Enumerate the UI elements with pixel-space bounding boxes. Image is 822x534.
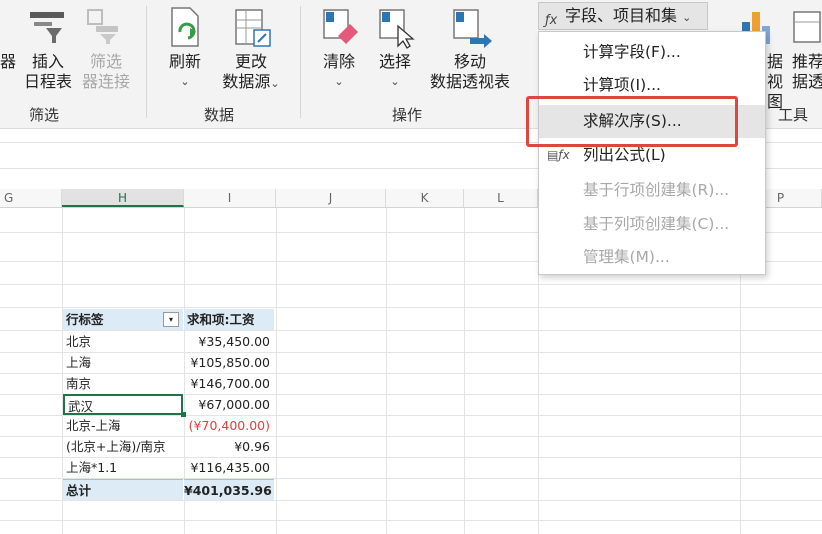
pivot-row-label-selected[interactable]: 武汉 bbox=[63, 394, 183, 415]
pivot-row-value[interactable]: ¥35,450.00 bbox=[184, 331, 274, 352]
pivot-header-value[interactable]: 求和项:工资 bbox=[184, 309, 274, 330]
filter-connections-button[interactable]: 筛选 器连接 bbox=[78, 52, 134, 92]
column-header-l[interactable]: L bbox=[464, 189, 538, 207]
group-separator bbox=[146, 6, 147, 118]
group-label-data: 数据 bbox=[204, 106, 235, 124]
change-data-source-icon bbox=[232, 6, 274, 54]
group-separator bbox=[300, 6, 301, 118]
pivot-row-value[interactable]: ¥105,850.00 bbox=[184, 352, 274, 373]
refresh-icon bbox=[166, 6, 206, 54]
fields-items-sets-button[interactable]: ƒx 字段、项目和集 ⌄ bbox=[538, 2, 708, 30]
select-button[interactable]: 选择 ⌄ bbox=[370, 52, 420, 92]
pivot-row-value[interactable]: ¥0.96 bbox=[184, 436, 274, 457]
chevron-down-icon: ⌄ bbox=[390, 75, 400, 88]
move-pivot-icon bbox=[450, 6, 494, 54]
pivot-header-row-label[interactable]: 行标签 ▾ bbox=[63, 309, 183, 330]
clear-button[interactable]: 清除 ⌄ bbox=[314, 52, 364, 92]
pivot-total-label[interactable]: 总计 bbox=[63, 479, 183, 500]
pivot-row-value[interactable]: ¥146,700.00 bbox=[184, 373, 274, 394]
clear-icon bbox=[320, 6, 360, 54]
pivot-row-label[interactable]: (北京+上海)/南京 bbox=[63, 436, 183, 457]
pivot-chart-button[interactable]: 据 视图 bbox=[764, 52, 786, 112]
pivot-row-label[interactable]: 北京-上海 bbox=[63, 415, 183, 436]
chevron-down-icon: ⌄ bbox=[270, 77, 280, 90]
move-pivot-button[interactable]: 移动 数据透视表 bbox=[424, 52, 516, 92]
pivot-row-label[interactable]: 上海*1.1 bbox=[63, 457, 183, 478]
grid-line bbox=[0, 307, 822, 308]
menu-item-calculated-field[interactable]: 计算字段(F)... bbox=[539, 36, 765, 69]
group-label-filter: 筛选 bbox=[29, 106, 60, 124]
grid-line bbox=[386, 208, 387, 534]
select-icon bbox=[376, 6, 416, 54]
chevron-down-icon: ⌄ bbox=[682, 11, 692, 24]
column-header-i[interactable]: I bbox=[184, 189, 276, 207]
chevron-down-icon: ⌄ bbox=[180, 75, 190, 88]
column-header-j[interactable]: J bbox=[276, 189, 386, 207]
grid-line bbox=[276, 208, 277, 534]
fields-items-sets-menu: 计算字段(F)... 计算项(I)... 求解次序(S)... ▤ƒx 列出公式… bbox=[538, 31, 766, 275]
pivot-row-label[interactable]: 上海 bbox=[63, 352, 183, 373]
grid-line bbox=[0, 284, 822, 285]
pivot-row-value[interactable]: ¥116,435.00 bbox=[184, 457, 274, 478]
group-label-actions: 操作 bbox=[392, 106, 423, 124]
pivot-row-label[interactable]: 北京 bbox=[63, 331, 183, 352]
filter-dropdown-icon[interactable]: ▾ bbox=[163, 312, 179, 327]
group-label-tools: 工具 bbox=[778, 106, 809, 124]
menu-item-manage-sets[interactable]: 管理集(M)... bbox=[539, 241, 765, 274]
menu-item-create-set-rows[interactable]: 基于行项创建集(R)... bbox=[539, 174, 765, 207]
insert-timeline-button[interactable]: 插入 日程表 bbox=[20, 52, 76, 92]
column-header-h[interactable]: H bbox=[62, 189, 184, 207]
list-formulas-icon: ▤ƒx bbox=[547, 148, 570, 162]
grid-line bbox=[0, 520, 822, 521]
pivot-row-value-negative[interactable]: (¥70,400.00) bbox=[184, 415, 274, 436]
change-data-source-button[interactable]: 更改 数据源⌄ bbox=[214, 52, 288, 94]
timeline-icon bbox=[28, 10, 68, 48]
chevron-down-icon: ⌄ bbox=[334, 75, 344, 88]
highlight-annotation bbox=[526, 96, 738, 147]
recommended-pivot-icon bbox=[792, 8, 822, 52]
filter-connections-icon bbox=[86, 8, 124, 50]
refresh-button[interactable]: 刷新 ⌄ bbox=[160, 52, 210, 92]
pivot-total-value[interactable]: ¥401,035.96 bbox=[184, 479, 274, 500]
menu-item-create-set-columns[interactable]: 基于列项创建集(C)... bbox=[539, 208, 765, 241]
ribbon-left-cut-label: 器 bbox=[0, 52, 17, 71]
grid-line bbox=[464, 208, 465, 534]
column-header-k[interactable]: K bbox=[386, 189, 464, 207]
pivot-row-label[interactable]: 南京 bbox=[63, 373, 183, 394]
column-header-g[interactable]: G bbox=[0, 189, 62, 207]
recommended-pivot-button[interactable]: 推荐 据透 bbox=[790, 52, 822, 92]
pivot-row-value[interactable]: ¥67,000.00 bbox=[184, 394, 274, 415]
grid-line bbox=[0, 500, 822, 501]
